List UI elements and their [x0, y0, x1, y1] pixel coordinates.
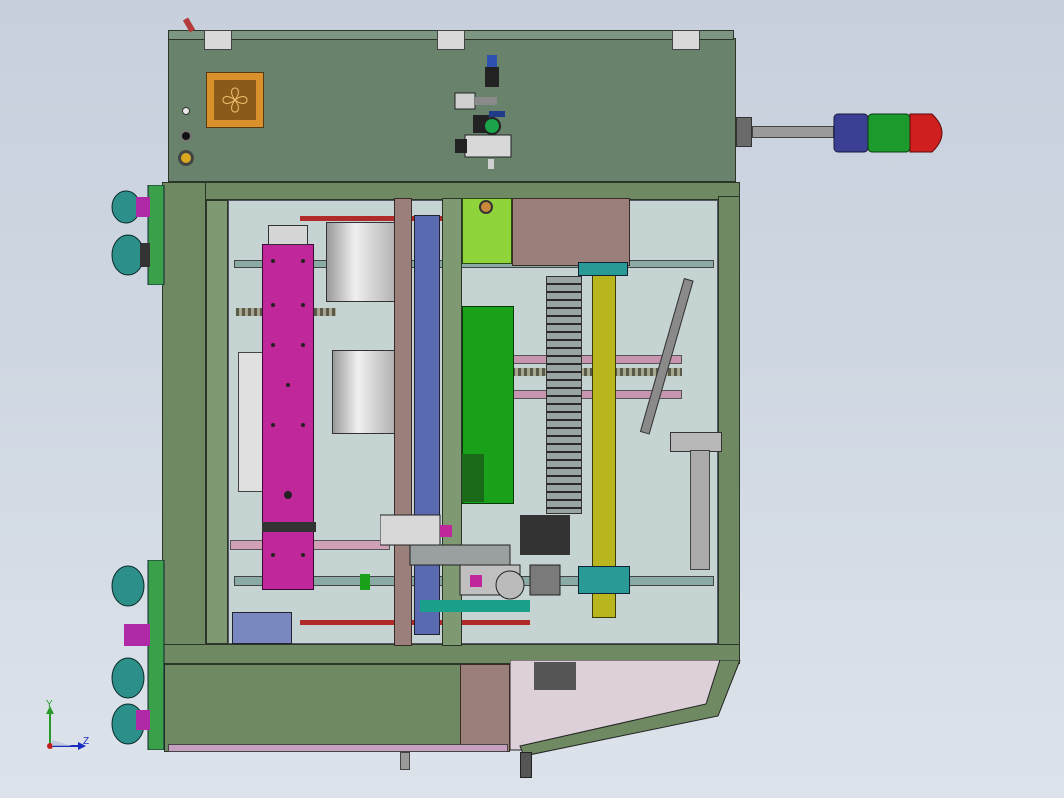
- air-regulator: [445, 55, 515, 170]
- discharge-chute: [509, 659, 760, 760]
- main-frame-inner-post: [206, 200, 228, 644]
- base-drawer: [164, 664, 462, 752]
- drive-housing: [512, 198, 630, 266]
- green-sensor: [360, 574, 370, 590]
- hinge-icon: [204, 30, 232, 50]
- main-frame-right-post: [718, 196, 740, 662]
- indicator-lamp: [182, 107, 190, 115]
- chute-foot: [520, 752, 532, 778]
- hinge-icon: [437, 30, 465, 50]
- signal-beacon-icon: [820, 112, 956, 154]
- base-drawer-front: [460, 664, 510, 752]
- carriage-clamp: [262, 522, 316, 532]
- strut-bracket: [670, 432, 722, 452]
- magenta-carriage: [262, 244, 314, 590]
- triad-z-label: Z: [83, 736, 90, 747]
- teal-bracket: [578, 262, 628, 276]
- caster-wheel-icon: [110, 184, 166, 286]
- triad-y-label: Y: [46, 699, 53, 710]
- hinge-icon: [672, 30, 700, 50]
- right-guide: [690, 450, 710, 570]
- power-switch: [180, 130, 192, 142]
- pressure-gauge-icon: [483, 117, 501, 135]
- comb-guide: [546, 276, 582, 514]
- leg: [400, 752, 410, 770]
- teal-bracket: [578, 566, 630, 594]
- main-frame-left-post: [162, 182, 206, 664]
- fan-grille-icon: [206, 72, 264, 128]
- caster-wheel-icon: [110, 559, 166, 751]
- base-plate: [168, 744, 508, 752]
- gear-assembly: [379, 505, 580, 635]
- beacon-mount: [736, 117, 752, 147]
- emergency-stop-button: [178, 150, 194, 166]
- film-roll: [326, 222, 398, 302]
- film-roll: [332, 350, 396, 434]
- carriage-clamp: [268, 225, 308, 245]
- green-block-cap: [462, 454, 484, 502]
- lime-block-knob: [479, 200, 493, 214]
- motor: [232, 612, 292, 644]
